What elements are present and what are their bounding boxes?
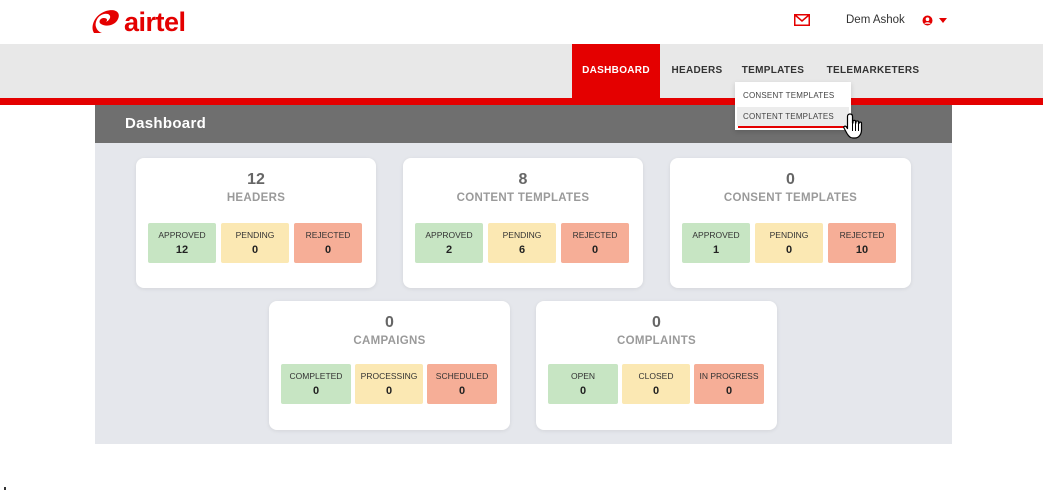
stat-approved[interactable]: APPROVED 1 bbox=[682, 223, 750, 263]
main-nav: DASHBOARD HEADERS TEMPLATES TELEMARKETER… bbox=[0, 44, 1043, 98]
brand-name: airtel bbox=[124, 7, 186, 37]
nav-accent-bar bbox=[0, 98, 1043, 105]
stat-label: REJECTED bbox=[572, 230, 618, 240]
stat-pending[interactable]: PENDING 0 bbox=[755, 223, 823, 263]
card-count: 0 bbox=[786, 171, 795, 188]
stat-label: REJECTED bbox=[305, 230, 351, 240]
card-title: COMPLAINTS bbox=[616, 335, 697, 347]
stat-label: APPROVED bbox=[692, 230, 740, 240]
stat-label: PENDING bbox=[769, 230, 809, 240]
stat-value: 2 bbox=[445, 244, 453, 256]
stat-value: 0 bbox=[725, 385, 733, 397]
templates-dropdown: CONSENT TEMPLATES CONTENT TEMPLATES bbox=[735, 82, 851, 130]
stat-label: IN PROGRESS bbox=[699, 371, 759, 381]
stat-label: APPROVED bbox=[158, 230, 206, 240]
page-title: Dashboard bbox=[125, 115, 207, 132]
stat-label: PENDING bbox=[502, 230, 542, 240]
nav-headers[interactable]: HEADERS bbox=[670, 44, 724, 98]
user-name[interactable]: Dem Ashok bbox=[846, 14, 905, 26]
card-title: CAMPAIGNS bbox=[353, 335, 426, 347]
stat-approved[interactable]: APPROVED 12 bbox=[148, 223, 216, 263]
stat-value: 12 bbox=[175, 244, 189, 256]
stat-value: 0 bbox=[785, 244, 793, 256]
caret-down-icon[interactable] bbox=[939, 18, 947, 23]
stat-label: OPEN bbox=[570, 371, 596, 381]
stat-rejected[interactable]: REJECTED 10 bbox=[828, 223, 896, 263]
card-count: 0 bbox=[385, 314, 394, 331]
stat-value: 0 bbox=[591, 244, 599, 256]
stat-label: REJECTED bbox=[839, 230, 885, 240]
dashboard-panel: Dashboard 12 HEADERS APPROVED 12 PENDING… bbox=[95, 105, 952, 444]
stat-value: 0 bbox=[458, 385, 466, 397]
stat-rejected[interactable]: REJECTED 0 bbox=[561, 223, 629, 263]
stat-rejected[interactable]: REJECTED 0 bbox=[294, 223, 362, 263]
stat-value: 0 bbox=[324, 244, 332, 256]
user-icon[interactable] bbox=[922, 15, 933, 26]
card-title: HEADERS bbox=[226, 192, 286, 204]
stat-value: 0 bbox=[251, 244, 259, 256]
dropdown-item-content-templates[interactable]: CONTENT TEMPLATES bbox=[737, 107, 849, 126]
stat-processing[interactable]: PROCESSING 0 bbox=[355, 364, 423, 404]
airtel-logo[interactable]: airtel bbox=[88, 6, 186, 38]
dropdown-hover-underline bbox=[738, 126, 851, 128]
consent-templates-card[interactable]: 0 CONSENT TEMPLATES APPROVED 1 PENDING 0… bbox=[670, 158, 911, 288]
stat-approved[interactable]: APPROVED 2 bbox=[415, 223, 483, 263]
dropdown-item-consent-templates[interactable]: CONSENT TEMPLATES bbox=[737, 86, 849, 105]
stat-value: 1 bbox=[712, 244, 720, 256]
card-count: 0 bbox=[652, 314, 661, 331]
stat-label: APPROVED bbox=[425, 230, 473, 240]
stat-pending[interactable]: PENDING 6 bbox=[488, 223, 556, 263]
stat-value: 10 bbox=[855, 244, 869, 256]
stat-value: 6 bbox=[518, 244, 526, 256]
hand-cursor-icon bbox=[843, 113, 863, 139]
card-count: 12 bbox=[247, 171, 265, 188]
stat-open[interactable]: OPEN 0 bbox=[548, 364, 618, 404]
stat-value: 0 bbox=[312, 385, 320, 397]
card-title: CONSENT TEMPLATES bbox=[723, 192, 858, 204]
airtel-logo-icon bbox=[92, 10, 119, 33]
stat-scheduled[interactable]: SCHEDULED 0 bbox=[427, 364, 497, 404]
stat-label: COMPLETED bbox=[289, 371, 343, 381]
stat-closed[interactable]: CLOSED 0 bbox=[622, 364, 690, 404]
headers-card[interactable]: 12 HEADERS APPROVED 12 PENDING 0 REJECTE… bbox=[136, 158, 376, 288]
stat-pending[interactable]: PENDING 0 bbox=[221, 223, 289, 263]
stat-label: CLOSED bbox=[638, 371, 674, 381]
campaigns-card[interactable]: 0 CAMPAIGNS COMPLETED 0 PROCESSING 0 SCH… bbox=[269, 301, 510, 430]
stray-dot bbox=[4, 487, 6, 490]
stat-label: PENDING bbox=[235, 230, 275, 240]
complaints-card[interactable]: 0 COMPLAINTS OPEN 0 CLOSED 0 IN PROGRESS… bbox=[536, 301, 777, 430]
stat-value: 0 bbox=[385, 385, 393, 397]
content-templates-card[interactable]: 8 CONTENT TEMPLATES APPROVED 2 PENDING 6… bbox=[403, 158, 643, 288]
nav-dashboard[interactable]: DASHBOARD bbox=[572, 44, 660, 98]
mail-icon[interactable] bbox=[794, 14, 810, 26]
card-title: CONTENT TEMPLATES bbox=[456, 192, 590, 204]
stat-value: 0 bbox=[579, 385, 587, 397]
stat-label: PROCESSING bbox=[360, 371, 418, 381]
stat-value: 0 bbox=[652, 385, 660, 397]
stat-label: SCHEDULED bbox=[435, 371, 489, 381]
stat-completed[interactable]: COMPLETED 0 bbox=[281, 364, 351, 404]
stat-in-progress[interactable]: IN PROGRESS 0 bbox=[694, 364, 764, 404]
card-count: 8 bbox=[518, 171, 528, 188]
top-bar: airtel Dem Ashok bbox=[0, 0, 1043, 44]
